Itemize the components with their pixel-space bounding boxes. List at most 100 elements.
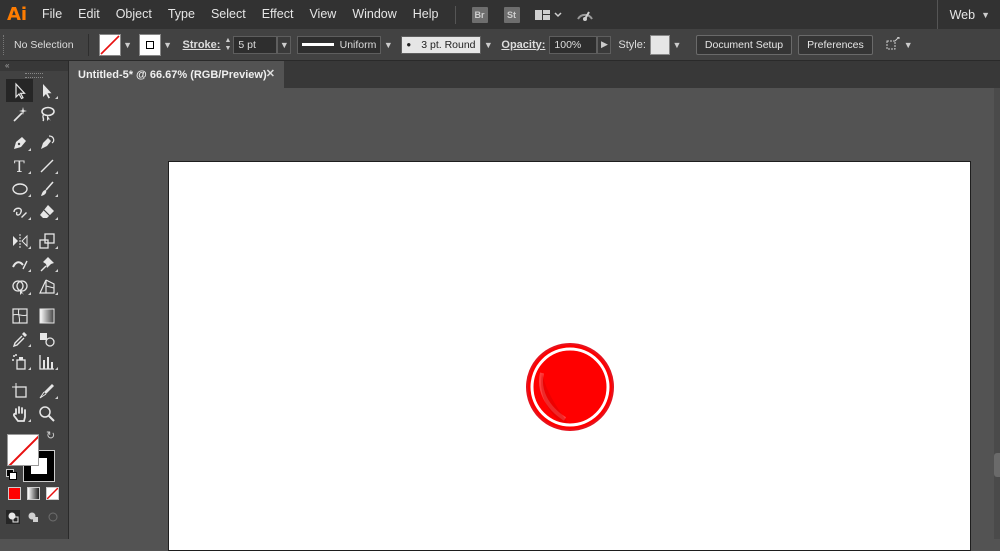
shaper-tool[interactable] [6,200,33,223]
tool-flyout-indicator [28,344,31,347]
zoom-tool-icon [38,405,55,422]
control-bar: No Selection ▼ ▼ Stroke: ▲ ▼ 5 pt ▼ Unif… [0,29,1000,61]
lasso-tool[interactable] [33,102,60,125]
close-icon[interactable]: ✕ [266,67,275,80]
fill-dropdown-chevron-icon[interactable]: ▼ [121,35,135,55]
color-mode-row [0,487,68,500]
direct-selection-tool[interactable] [33,79,60,102]
column-graph-tool[interactable] [33,350,60,373]
menu-item-effect[interactable]: Effect [254,0,302,29]
bridge-button[interactable]: Br [471,6,488,23]
artboard[interactable] [168,161,971,551]
stepper-up-icon[interactable]: ▲ [224,37,231,45]
document-tab[interactable]: Untitled-5* @ 66.67% (RGB/Preview) ✕ [69,61,284,88]
type-tool[interactable]: T [6,154,33,177]
fill-swatch[interactable] [98,33,121,56]
draw-normal-button[interactable] [6,510,20,524]
blend-tool[interactable] [33,327,60,350]
stock-button[interactable]: St [503,6,520,23]
mesh-tool[interactable] [6,304,33,327]
menu-item-view[interactable]: View [301,0,344,29]
stepper-down-icon[interactable]: ▼ [224,45,231,53]
profile-dropdown-icon[interactable]: ▼ [381,35,395,55]
puppet-warp-tool[interactable] [33,252,60,275]
workspace-switcher[interactable]: Web ▼ [936,0,1000,29]
app-logo[interactable]: Ai [0,0,34,29]
artboard-tool[interactable] [6,379,33,402]
tools-panel: « T ↻ [0,61,69,539]
menu-item-type[interactable]: Type [160,0,203,29]
tool-flyout-indicator [55,292,58,295]
style-label: Style: [618,38,646,51]
fill-stroke-widget: ↻ [0,429,68,485]
stroke-weight-dropdown-icon[interactable]: ▼ [277,35,292,54]
tool-flyout-indicator [55,217,58,220]
gpu-performance-button[interactable] [574,7,596,23]
shape-builder-tool[interactable] [6,275,33,298]
menu-item-edit[interactable]: Edit [70,0,108,29]
scale-tool-icon [38,232,55,249]
zoom-tool[interactable] [33,402,60,425]
scrollbar-thumb[interactable] [994,453,1000,477]
stroke-weight-stepper[interactable]: ▲ ▼ [224,37,231,53]
draw-inside-button[interactable] [46,510,60,524]
grip-lines [25,72,43,78]
gradient-mode-button[interactable] [27,487,40,500]
eyedropper-tool[interactable] [6,327,33,350]
selection-tool-icon [14,81,26,99]
fill-color-swatch[interactable] [7,434,39,466]
magic-wand-tool[interactable] [6,102,33,125]
slice-tool[interactable] [33,379,60,402]
brush-dropdown-icon[interactable]: ▼ [481,35,495,55]
perspective-grid-tool[interactable] [33,275,60,298]
tools-panel-grip[interactable] [0,71,68,79]
draw-behind-button[interactable] [26,510,40,524]
stroke-swatch[interactable] [138,33,161,56]
opacity-expand-icon[interactable]: ▶ [597,35,612,54]
line-segment-tool[interactable] [33,154,60,177]
default-fill-stroke-icon[interactable] [6,469,17,480]
reflect-tool[interactable] [6,229,33,252]
selection-tool[interactable] [6,79,33,102]
scale-tool[interactable] [33,229,60,252]
arrange-documents-button[interactable] [534,8,562,22]
opacity-label[interactable]: Opacity: [501,39,545,51]
tool-flyout-indicator [55,396,58,399]
menu-item-help[interactable]: Help [405,0,447,29]
menu-divider [454,5,456,24]
stroke-dropdown-chevron-icon[interactable]: ▼ [161,35,175,55]
ellipse-tool[interactable] [6,177,33,200]
stroke-label[interactable]: Stroke: [183,39,221,51]
tool-flyout-indicator [28,148,31,151]
tools-panel-collapse[interactable]: « [0,61,68,71]
symbol-sprayer-tool[interactable] [6,350,33,373]
red-circle-artwork[interactable] [520,337,620,437]
menu-item-select[interactable]: Select [203,0,254,29]
document-setup-button[interactable]: Document Setup [695,34,793,55]
preferences-button[interactable]: Preferences [798,34,873,55]
vertical-scrollbar[interactable] [994,88,1000,539]
stroke-weight-field[interactable]: 5 pt [233,35,278,54]
puppet-warp-tool-icon [40,256,54,271]
graphic-style-swatch[interactable] [649,34,670,55]
gradient-tool[interactable] [33,304,60,327]
menu-item-object[interactable]: Object [108,0,160,29]
variable-width-profile-dropdown[interactable]: Uniform [297,35,382,54]
hand-tool[interactable] [6,402,33,425]
brush-definition-dropdown[interactable]: ● 3 pt. Round [401,35,482,54]
curvature-tool[interactable] [33,131,60,154]
style-dropdown-icon[interactable]: ▼ [670,35,684,55]
color-mode-button[interactable] [8,487,21,500]
pen-tool[interactable] [6,131,33,154]
arrange-panel-button[interactable]: ▼ [883,36,913,53]
width-tool[interactable] [6,252,33,275]
eraser-tool[interactable] [33,200,60,223]
transform-icon [886,36,900,49]
none-mode-button[interactable] [46,487,59,500]
menu-item-file[interactable]: File [34,0,70,29]
swap-fill-stroke-icon[interactable]: ↻ [46,429,55,442]
profile-line-preview [302,43,334,46]
opacity-field[interactable]: 100% [549,35,598,54]
paintbrush-tool[interactable] [33,177,60,200]
menu-item-window[interactable]: Window [344,0,404,29]
